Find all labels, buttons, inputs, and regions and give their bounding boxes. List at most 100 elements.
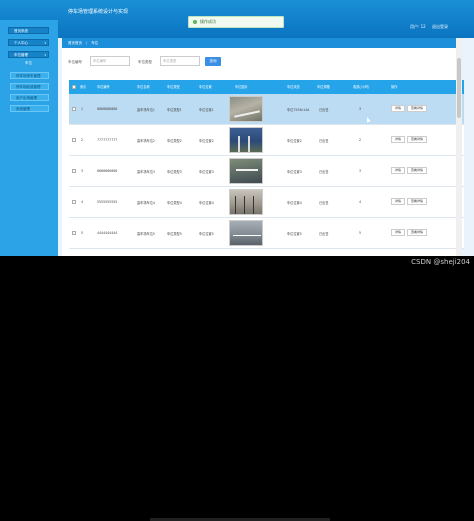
cell-name: 露车场车位5 [137, 232, 155, 236]
breadcrumb: 首页首页 / 车位 [62, 38, 462, 48]
video-player-bar [0, 256, 474, 521]
cell-price: 2 [359, 138, 362, 142]
cell-status: 车位位置3 [287, 170, 302, 174]
view-button[interactable]: 查看详情 [407, 136, 427, 143]
cell-code: 8888888888 [97, 107, 118, 111]
cell-index: 2 [81, 138, 84, 142]
cell-index: 5 [81, 231, 84, 235]
view-button[interactable]: 查看详情 [407, 229, 427, 236]
check-icon [193, 20, 197, 24]
data-table: 索引 车位编号 车位名称 车位类型 车位位置 车位图片 车位状态 车位规格 收费… [69, 80, 464, 256]
sidebar-item-label: 个人中心 [14, 41, 28, 45]
parking-photo [229, 158, 263, 184]
type-search-input[interactable]: 车位类型 [160, 56, 200, 66]
breadcrumb-separator: / [86, 41, 88, 45]
col-index: 索引 [80, 85, 87, 89]
scrollbar-thumb[interactable] [457, 58, 461, 118]
parking-photo [229, 189, 263, 215]
search-button[interactable]: 查询 [205, 57, 221, 66]
breadcrumb-current: 车位 [91, 41, 99, 45]
filter-label-type: 车位类型 [138, 60, 152, 64]
detail-button[interactable]: 详情 [391, 167, 405, 174]
sidebar-item-label: 停车场停车管理 [16, 74, 41, 78]
chevron-down-icon: ▾ [44, 53, 46, 57]
cell-code: 5555555555 [97, 200, 118, 204]
table-row[interactable]: 5 4444444444 露车场车位5 车位类型5 车位位置5 车位位置5 已出… [69, 218, 464, 249]
success-toast: 操作成功 [188, 16, 284, 28]
cell-name: 露车场车位1 [137, 108, 155, 112]
table-row[interactable]: 1 8888888888 露车场车位1 车位类型1 车位位置1 车位7558c1… [69, 94, 464, 125]
table-row[interactable]: 3 6666666666 露车场车位3 车位类型3 车位位置3 车位位置3 已出… [69, 156, 464, 187]
sidebar-subitem-fee-mgmt[interactable]: 停车场收费管理 [10, 83, 49, 90]
sidebar-item-label: 系统管理 [16, 107, 30, 111]
sidebar-group-label[interactable]: 车位 [8, 61, 49, 69]
col-name: 车位名称 [137, 85, 150, 89]
sidebar-subitem-parking-mgmt[interactable]: 停车场停车管理 [10, 72, 49, 79]
cell-code: 6666666666 [97, 169, 118, 173]
cell-price: 4 [359, 200, 362, 204]
detail-button[interactable]: 详情 [391, 198, 405, 205]
row-checkbox[interactable] [72, 200, 76, 204]
breadcrumb-home[interactable]: 首页首页 [68, 41, 82, 45]
cell-index: 1 [81, 107, 84, 111]
logout-link[interactable]: 退出登录 [432, 24, 448, 29]
user-label: 用户: 12 [410, 24, 426, 29]
detail-button[interactable]: 详情 [391, 229, 405, 236]
user-info: 用户: 12 退出登录 [405, 24, 448, 30]
cell-code: 7777777777 [97, 138, 118, 142]
col-code: 车位编号 [97, 85, 110, 89]
select-all-checkbox[interactable] [72, 85, 76, 89]
filter-label-code: 车位编号 [68, 60, 82, 64]
row-checkbox[interactable] [72, 107, 76, 111]
sidebar-subitem-system[interactable]: 系统管理 [10, 105, 49, 112]
view-button[interactable]: 查看详情 [407, 198, 427, 205]
chevron-down-icon: ▾ [44, 41, 46, 45]
cell-index: 4 [81, 200, 84, 204]
parking-photo [229, 96, 263, 122]
col-price: 收费(/小时) [353, 85, 370, 89]
cell-location: 车位位置5 [199, 232, 214, 236]
sidebar-item-label: 用户出场管理 [16, 96, 37, 100]
cell-location: 车位位置4 [199, 201, 214, 205]
cell-status: 车位7558c14d [287, 108, 310, 112]
sidebar-item-parking[interactable]: 车位管理 ▾ [8, 51, 49, 58]
cell-spec: 已出售 [319, 232, 329, 236]
table-row[interactable]: 4 5555555555 露车场车位4 车位类型4 车位位置4 车位位置4 已出… [69, 187, 464, 218]
toast-text: 操作成功 [200, 19, 216, 24]
cell-code: 4444444444 [97, 231, 118, 235]
sidebar-subitem-exit-mgmt[interactable]: 用户出场管理 [10, 94, 49, 101]
col-spec: 车位规格 [317, 85, 330, 89]
cell-type: 车位类型2 [167, 139, 182, 143]
main-content: 首页首页 / 车位 车位编号 车位编号 车位类型 车位类型 查询 索引 车位编号 车… [62, 38, 464, 256]
cell-price: 3 [359, 107, 362, 111]
sidebar-item-profile[interactable]: 个人中心 ▾ [8, 39, 49, 46]
cell-index: 3 [81, 169, 84, 173]
cell-location: 车位位置3 [199, 170, 214, 174]
cell-price: 3 [359, 169, 362, 173]
table-row[interactable]: 2 7777777777 露车场车位2 车位类型2 车位位置2 车位位置2 已出… [69, 125, 464, 156]
scrollbar[interactable] [456, 38, 462, 256]
code-search-input[interactable]: 车位编号 [90, 56, 130, 66]
col-actions: 操作 [391, 85, 398, 89]
detail-button[interactable]: 详情 [391, 105, 405, 112]
cell-status: 车位位置4 [287, 201, 302, 205]
cell-spec: 已出售 [319, 170, 329, 174]
sidebar-item-label: 停车场收费管理 [16, 85, 41, 89]
sidebar-item-label: 车位管理 [14, 53, 28, 57]
cell-price: 5 [359, 231, 362, 235]
sidebar-item-home[interactable]: 首页系统 [8, 27, 49, 34]
row-checkbox[interactable] [72, 169, 76, 173]
row-checkbox[interactable] [72, 231, 76, 235]
cell-spec: 已出售 [319, 108, 329, 112]
watermark: CSDN @sheji204 [411, 258, 470, 266]
sidebar-item-label: 首页系统 [14, 29, 28, 33]
cell-type: 车位类型3 [167, 170, 182, 174]
row-checkbox[interactable] [72, 138, 76, 142]
detail-button[interactable]: 详情 [391, 136, 405, 143]
view-button[interactable]: 查看详情 [407, 167, 427, 174]
cell-status: 车位位置2 [287, 139, 302, 143]
parking-photo [229, 127, 263, 153]
view-button[interactable]: 查看详情 [407, 105, 427, 112]
cell-spec: 已出售 [319, 201, 329, 205]
cell-status: 车位位置5 [287, 232, 302, 236]
